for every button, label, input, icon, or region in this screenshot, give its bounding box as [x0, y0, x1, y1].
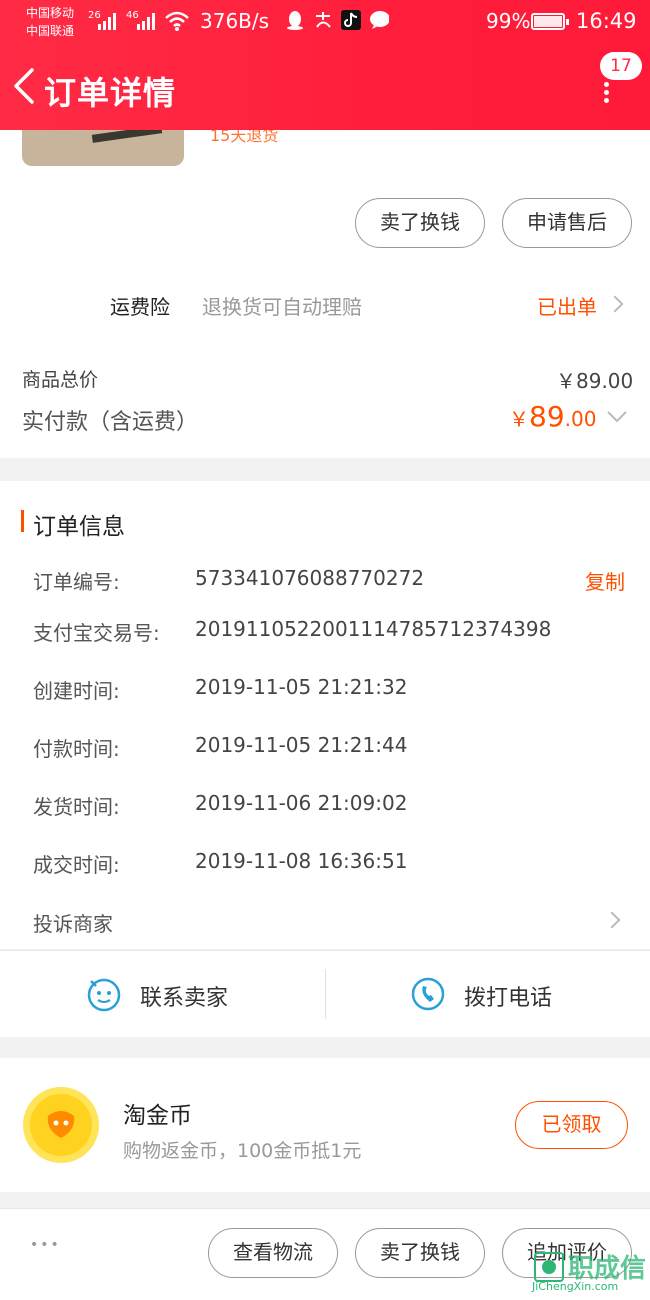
net-speed: 376B/s: [200, 9, 270, 33]
paid-currency: ￥: [509, 407, 529, 431]
paid-time-value: 2019-11-05 21:21:44: [195, 733, 408, 757]
carrier-2: 中国联通: [26, 24, 75, 38]
shipping-insurance-label: 运费险: [110, 295, 170, 319]
watermark-en: JiChengXin.com: [532, 1280, 619, 1293]
chevron-right-icon: [606, 295, 624, 313]
coins-claimed-button[interactable]: 已领取: [515, 1101, 628, 1149]
battery-fill: [534, 16, 562, 27]
shipped-time-label: 发货时间:: [33, 795, 120, 819]
chat-bubble-icon: [87, 978, 121, 1012]
alipay-trade-value: 2019110522001114785712374398: [195, 617, 552, 641]
coins-desc: 购物返金币，100金币抵1元: [123, 1140, 362, 1162]
more-menu-icon[interactable]: [601, 82, 611, 104]
message-count-badge[interactable]: 17: [600, 52, 642, 80]
carrier-1: 中国移动: [26, 6, 75, 20]
shipping-insurance-desc: 退换货可自动理赔: [202, 295, 362, 319]
contact-seller-label: 联系卖家: [140, 986, 229, 1011]
order-info-card: [0, 481, 650, 949]
total-price-value: ￥89.00: [556, 369, 634, 393]
created-time-label: 创建时间:: [33, 679, 120, 703]
signal-icon-2: [137, 13, 155, 30]
after-sale-button[interactable]: 申请售后: [502, 198, 632, 248]
order-number-value: 573341076088770272: [195, 566, 425, 590]
chat-icon: [369, 10, 389, 30]
completed-time-value: 2019-11-08 16:36:51: [195, 849, 408, 873]
tiktok-icon: [341, 10, 361, 30]
chevron-down-icon[interactable]: [606, 410, 628, 424]
divider: [325, 969, 326, 1019]
shipped-time-value: 2019-11-06 21:09:02: [195, 791, 408, 815]
completed-time-label: 成交时间:: [33, 853, 120, 877]
page-title: 订单详情: [44, 74, 177, 112]
site-watermark: 职成信 JiChengXin.com: [530, 1248, 648, 1294]
phone-icon: [411, 977, 445, 1011]
created-time-value: 2019-11-05 21:21:32: [195, 675, 408, 699]
shipping-insurance-status: 已出单: [537, 295, 597, 319]
back-icon[interactable]: [10, 66, 36, 106]
alipay-trade-label: 支付宝交易号:: [33, 621, 160, 645]
battery-percent: 99%: [486, 9, 531, 33]
watermark-logo-icon: [534, 1252, 564, 1282]
sell-for-cash-button[interactable]: 卖了换钱: [355, 198, 485, 248]
more-actions-icon[interactable]: •••: [30, 1237, 61, 1253]
signal-icon-1: [98, 13, 116, 30]
gold-coin-icon: [23, 1087, 99, 1163]
paid-decimal: .00: [564, 407, 597, 431]
coins-title: 淘金币: [123, 1103, 192, 1129]
order-info-title: 订单信息: [33, 514, 125, 540]
alipay-icon: [313, 10, 333, 30]
paid-integer: 89: [529, 400, 565, 433]
status-bar: 中国移动 中国联通 26 46 376B/s 99% 16:49: [0, 0, 650, 44]
carrier-info: 中国移动 中国联通: [26, 4, 74, 40]
paid-amount-label: 实付款（含运费）: [22, 410, 199, 435]
paid-time-label: 付款时间:: [33, 737, 120, 761]
clock: 16:49: [576, 9, 637, 33]
copy-button[interactable]: 复制: [585, 566, 625, 595]
wifi-icon: [165, 11, 189, 31]
sell-for-cash-bottom-button[interactable]: 卖了换钱: [355, 1228, 485, 1278]
paid-amount-value: ￥89.00: [509, 400, 596, 433]
qq-icon: [285, 10, 305, 30]
battery-icon: [531, 13, 569, 30]
notification-icons: [285, 10, 389, 30]
view-logistics-button[interactable]: 查看物流: [208, 1228, 338, 1278]
app-header: 中国移动 中国联通 26 46 376B/s 99% 16:49 订单详情 17: [0, 0, 650, 130]
order-number-label: 订单编号:: [33, 570, 120, 594]
call-phone-label: 拨打电话: [464, 986, 553, 1011]
total-price-label: 商品总价: [22, 369, 99, 391]
complain-seller-label: 投诉商家: [33, 912, 113, 936]
section-accent-bar: [21, 510, 24, 532]
coins-card: 淘金币 购物返金币，100金币抵1元 已领取: [0, 1058, 650, 1192]
